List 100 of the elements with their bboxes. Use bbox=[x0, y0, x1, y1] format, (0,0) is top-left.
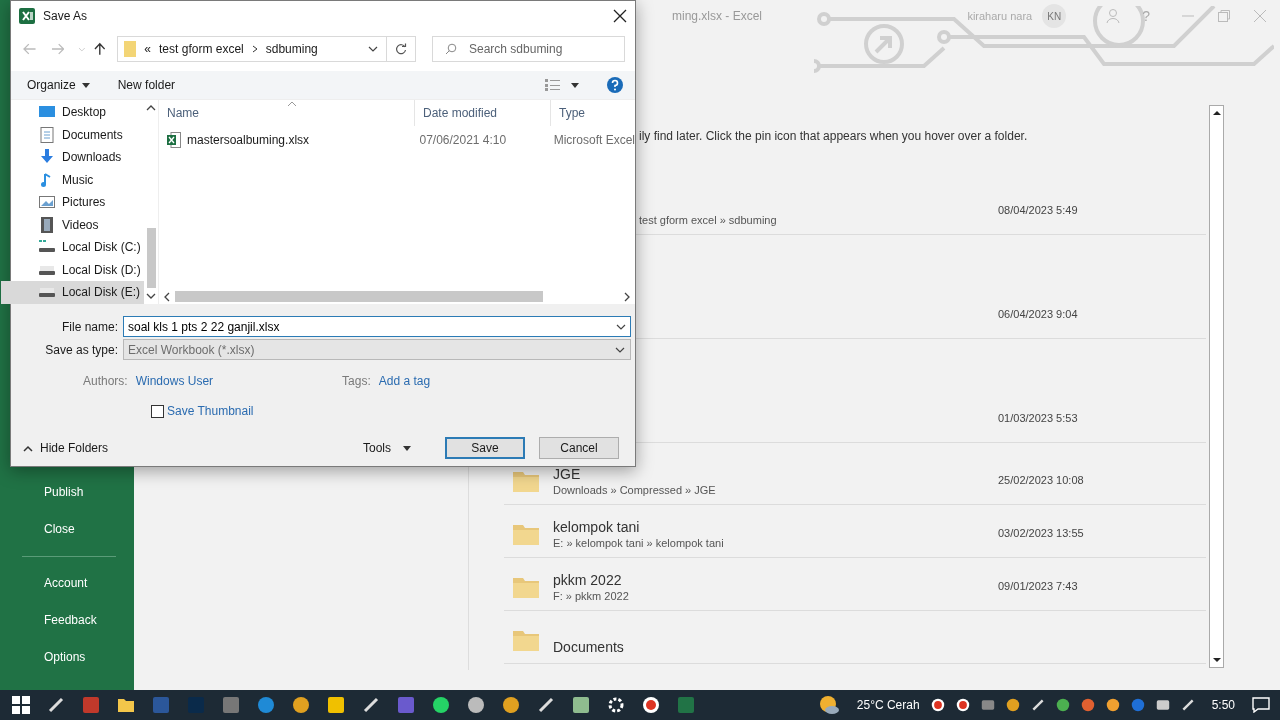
folder-name: kelompok tani bbox=[553, 518, 641, 536]
folder-name: pkkm 2022 bbox=[553, 571, 623, 589]
column-header[interactable]: Name bbox=[159, 100, 415, 126]
overflow-crumb[interactable]: « bbox=[144, 42, 152, 56]
close-icon[interactable] bbox=[613, 9, 627, 23]
navigation-item[interactable]: Local Disk (D:) bbox=[11, 258, 144, 281]
dropdown-icon bbox=[615, 346, 625, 353]
navigation-item[interactable]: Pictures bbox=[11, 191, 144, 214]
record-icon[interactable] bbox=[642, 696, 660, 714]
gear-icon[interactable] bbox=[607, 696, 625, 714]
app-icon[interactable] bbox=[1055, 698, 1070, 712]
app-icon[interactable] bbox=[1105, 698, 1120, 712]
checkbox-label[interactable]: Save Thumbnail bbox=[167, 404, 254, 418]
scroll-down-icon[interactable] bbox=[146, 292, 156, 300]
address-bar[interactable]: « test gform excel sdbuming bbox=[117, 36, 416, 62]
navigation-item[interactable]: Videos bbox=[11, 213, 144, 236]
file-type-dropdown[interactable]: Excel Workbook (*.xlsx) bbox=[123, 339, 631, 360]
folder-icon bbox=[513, 576, 539, 598]
new-folder-button[interactable]: New folder bbox=[117, 78, 176, 92]
weather-icon[interactable] bbox=[817, 695, 840, 715]
dialog-title: Save As bbox=[43, 9, 88, 23]
tags-link[interactable]: Add a tag bbox=[378, 374, 431, 388]
pen-icon[interactable] bbox=[47, 696, 65, 714]
dropdown-icon[interactable] bbox=[616, 324, 626, 330]
modified-date: 09/01/2023 7:43 bbox=[998, 580, 1079, 592]
authors-label: Authors: bbox=[83, 374, 128, 388]
clock[interactable]: 5:50 bbox=[1211, 698, 1235, 712]
navigation-item[interactable]: Desktop bbox=[11, 101, 144, 124]
modified-date: 01/03/2023 5:53 bbox=[998, 412, 1079, 424]
pin-hint-text: ily find later. Click the pin icon that appears when you hover over a folder. bbox=[639, 129, 1028, 143]
scroll-up-icon[interactable] bbox=[146, 104, 156, 112]
modified-date: 08/04/2023 5:49 bbox=[998, 204, 1079, 216]
folder-name: JGE bbox=[553, 465, 582, 483]
organize-button[interactable]: Organize bbox=[27, 78, 90, 92]
folder-icon bbox=[513, 629, 539, 651]
field-label: Save as type: bbox=[44, 342, 119, 357]
record-icon[interactable] bbox=[930, 698, 945, 712]
modified-date: 06/04/2023 9:04 bbox=[998, 308, 1079, 320]
recent-folder-row[interactable]: pkkm 2022 F: » pkkm 2022 09/01/2023 7:43 bbox=[504, 558, 1206, 611]
folder-path: E: » kelompok tani » kelompok tani bbox=[553, 536, 725, 550]
sidebar-item[interactable]: Close bbox=[0, 511, 134, 548]
document-icon bbox=[39, 126, 55, 143]
chevron-icon bbox=[251, 45, 258, 53]
file-name-field[interactable]: soal kls 1 pts 2 22 ganjil.xlsx bbox=[123, 316, 631, 337]
scroll-left-icon[interactable] bbox=[163, 291, 171, 302]
scroll-right-icon[interactable] bbox=[623, 291, 631, 302]
window-title: ming.xlsx - Excel bbox=[672, 9, 763, 23]
user-name: kiraharu nara bbox=[967, 10, 1033, 22]
caret-icon bbox=[403, 445, 411, 451]
modified-date: 03/02/2023 13:55 bbox=[998, 527, 1085, 539]
folder-icon[interactable] bbox=[117, 696, 135, 714]
sort-icon bbox=[287, 101, 297, 107]
recent-folder-row[interactable]: Documents bbox=[504, 611, 1206, 664]
breadcrumb[interactable]: sdbuming bbox=[265, 42, 318, 56]
record-icon[interactable] bbox=[955, 698, 970, 712]
column-header[interactable]: Date modified bbox=[415, 100, 551, 126]
scrollbar[interactable] bbox=[1209, 105, 1224, 668]
chevron-up-icon bbox=[23, 444, 33, 452]
notification-icon[interactable] bbox=[1252, 697, 1270, 713]
tools-button[interactable]: Tools bbox=[363, 441, 411, 455]
hide-folders-button[interactable]: Hide Folders bbox=[23, 441, 109, 455]
authors-link[interactable]: Windows User bbox=[135, 374, 214, 388]
user-avatar[interactable]: KN bbox=[1042, 4, 1067, 28]
view-options-icon[interactable] bbox=[545, 79, 561, 91]
file-date: 07/06/2021 4:10 bbox=[418, 133, 508, 147]
pen-icon[interactable] bbox=[537, 696, 555, 714]
sidebar-item[interactable]: Publish bbox=[0, 474, 134, 511]
scroll-thumb[interactable] bbox=[175, 291, 543, 302]
folder-path: test gform excel » sdbuming bbox=[639, 213, 778, 227]
app-icon[interactable] bbox=[1080, 698, 1095, 712]
start-icon[interactable] bbox=[12, 696, 30, 714]
weather-text[interactable]: 25°C Cerah bbox=[856, 698, 920, 712]
tags-label: Tags: bbox=[342, 374, 371, 388]
navigation-item[interactable]: Downloads bbox=[11, 146, 144, 169]
sidebar-item[interactable]: Account bbox=[0, 565, 134, 602]
checkbox[interactable] bbox=[151, 404, 164, 418]
cancel-button[interactable]: Cancel bbox=[539, 437, 619, 459]
file-name: mastersoalbuming.xlsx bbox=[187, 133, 310, 147]
column-header[interactable]: Type bbox=[551, 100, 635, 126]
folder-path: F: » pkkm 2022 bbox=[553, 589, 630, 603]
refresh-icon bbox=[395, 43, 407, 55]
sidebar-item[interactable]: Options bbox=[0, 639, 134, 676]
folder-icon bbox=[513, 470, 539, 492]
breadcrumb[interactable]: test gform excel bbox=[159, 42, 244, 56]
navigation-item[interactable]: Documents bbox=[11, 123, 144, 146]
navigation-item[interactable]: Music bbox=[11, 168, 144, 191]
caret-icon[interactable] bbox=[571, 82, 579, 88]
dropdown-icon[interactable] bbox=[368, 46, 378, 52]
navigation-item[interactable]: Local Disk (C:) bbox=[11, 236, 144, 259]
folder-path: Downloads » Compressed » JGE bbox=[553, 483, 717, 497]
save-button[interactable]: Save bbox=[445, 437, 525, 459]
sidebar-item[interactable]: Feedback bbox=[0, 602, 134, 639]
help-icon[interactable] bbox=[607, 77, 623, 93]
up-icon[interactable] bbox=[93, 42, 106, 56]
navigation-item[interactable]: Local Disk (E:) bbox=[1, 281, 144, 304]
picture-icon bbox=[39, 194, 55, 211]
recent-folder-row[interactable]: kelompok tani E: » kelompok tani » kelompok tani 03/02/2023 13:55 bbox=[504, 505, 1206, 558]
folder-icon bbox=[124, 41, 137, 57]
search-field[interactable]: Search sdbuming bbox=[432, 36, 625, 62]
film-icon bbox=[39, 216, 55, 233]
